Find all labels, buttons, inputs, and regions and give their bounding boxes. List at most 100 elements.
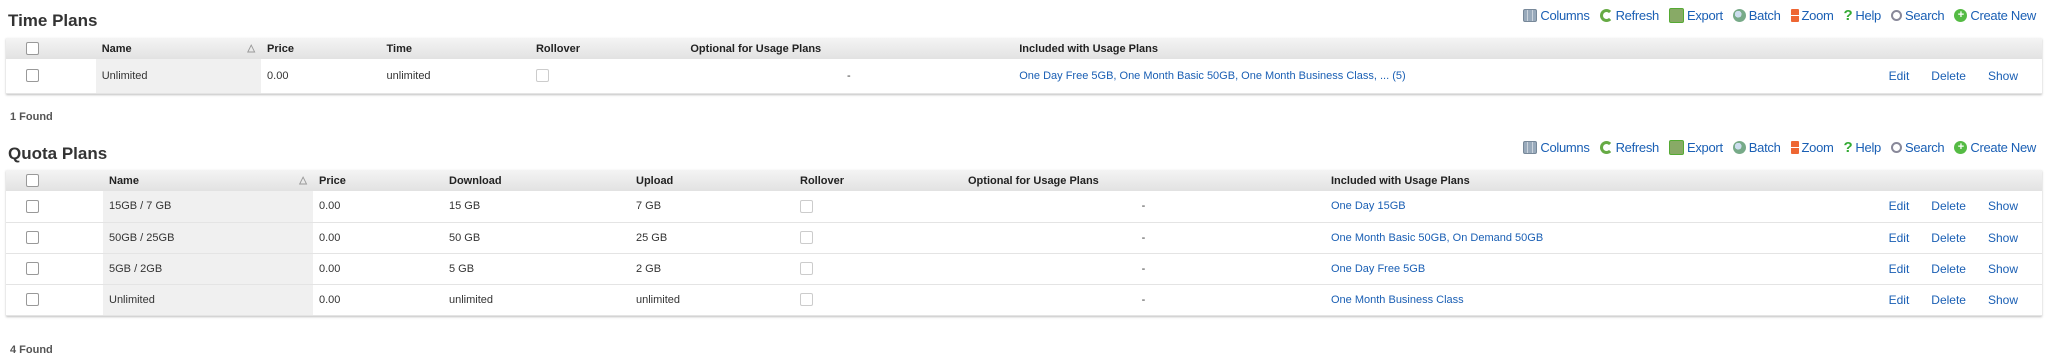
row-select-cell	[6, 191, 103, 222]
zoom-icon	[1790, 141, 1799, 154]
create-new-button[interactable]: + Create New	[1954, 8, 2036, 23]
column-header-upload[interactable]: Upload	[630, 170, 794, 191]
toolbar-label: Refresh	[1615, 140, 1660, 155]
rollover-checkbox	[800, 262, 813, 275]
quota-plans-rows: 15GB / 7 GB 0.00 15 GB 7 GB - One Day 15GB Edi…	[6, 191, 2042, 315]
plan-rollover	[794, 284, 962, 315]
batch-button[interactable]: Batch	[1732, 8, 1781, 23]
row-checkbox[interactable]	[26, 69, 39, 83]
row-actions: Edit Delete Show	[1845, 191, 2042, 222]
show-link[interactable]: Show	[1988, 262, 2018, 276]
column-header-name[interactable]: Name △	[103, 170, 313, 191]
columns-button[interactable]: Columns	[1523, 140, 1590, 155]
plan-rollover	[794, 253, 962, 284]
toolbar-label: Export	[1686, 140, 1723, 155]
export-icon	[1668, 8, 1684, 23]
row-checkbox[interactable]	[26, 199, 39, 213]
plan-time: unlimited	[386, 69, 431, 82]
included-plans-link[interactable]: One Month Business Class	[1331, 294, 1464, 306]
delete-link[interactable]: Delete	[1931, 293, 1966, 307]
column-header-included[interactable]: Included with Usage Plans	[1325, 170, 1845, 191]
edit-link[interactable]: Edit	[1889, 231, 1910, 245]
refresh-button[interactable]: Refresh	[1599, 140, 1660, 155]
plan-download: 50 GB	[449, 231, 481, 244]
column-header-optional[interactable]: Optional for Usage Plans	[684, 38, 1013, 59]
plan-upload: 25 GB	[636, 231, 668, 244]
row-checkbox[interactable]	[26, 293, 39, 306]
export-button[interactable]: Export	[1668, 8, 1723, 23]
export-button[interactable]: Export	[1668, 140, 1723, 155]
delete-link[interactable]: Delete	[1931, 69, 1966, 83]
quota-plans-found-count: 4 Found	[10, 344, 53, 356]
plan-optional: -	[1141, 262, 1146, 275]
column-header-rollover[interactable]: Rollover	[530, 38, 684, 59]
rollover-checkbox	[800, 199, 813, 213]
column-header-name[interactable]: Name △	[96, 38, 261, 59]
search-button[interactable]: Search	[1890, 140, 1945, 155]
select-all-checkbox[interactable]	[26, 174, 39, 187]
edit-link[interactable]: Edit	[1889, 262, 1910, 276]
column-header-download[interactable]: Download	[443, 170, 630, 191]
show-link[interactable]: Show	[1988, 69, 2018, 83]
refresh-button[interactable]: Refresh	[1599, 8, 1659, 23]
show-link[interactable]: Show	[1988, 231, 2018, 245]
search-button[interactable]: Search	[1890, 8, 1945, 23]
edit-link[interactable]: Edit	[1889, 69, 1910, 83]
toolbar-label: Help	[1855, 140, 1881, 155]
edit-link[interactable]: Edit	[1889, 293, 1910, 307]
column-header-included[interactable]: Included with Usage Plans	[1013, 38, 1860, 59]
time-plans-section: Time Plans Columns Refresh Export Batch Zoom…	[6, 0, 2042, 130]
refresh-icon	[1599, 141, 1613, 154]
toolbar-label: Columns	[1540, 140, 1590, 155]
edit-link[interactable]: Edit	[1889, 199, 1910, 213]
plan-price: 0.00	[319, 231, 341, 244]
toolbar-label: Create New	[1970, 8, 2036, 23]
plan-upload: unlimited	[636, 293, 681, 306]
search-icon	[1890, 142, 1902, 153]
row-checkbox[interactable]	[26, 231, 39, 244]
delete-link[interactable]: Delete	[1931, 262, 1966, 276]
table-row[interactable]: Unlimited 0.00 unlimited unlimited - One Mont…	[6, 284, 2042, 315]
table-row[interactable]: 5GB / 2GB 0.00 5 GB 2 GB - One Day Free 5GB Ed…	[6, 253, 2042, 284]
included-plans-link[interactable]: One Day 15GB	[1331, 200, 1406, 212]
zoom-button[interactable]: Zoom	[1790, 140, 1834, 155]
delete-link[interactable]: Delete	[1931, 231, 1966, 245]
export-icon	[1668, 140, 1684, 155]
column-header-price[interactable]: Price	[261, 38, 381, 59]
column-header-time[interactable]: Time	[381, 38, 530, 59]
help-button[interactable]: ? Help	[1844, 8, 1882, 23]
row-checkbox[interactable]	[26, 262, 39, 275]
table-row[interactable]: 50GB / 25GB 0.00 50 GB 25 GB - One Month Basi…	[6, 222, 2042, 253]
rollover-checkbox	[535, 69, 549, 83]
plan-name: 50GB / 25GB	[103, 222, 313, 253]
select-all-checkbox[interactable]	[26, 42, 39, 55]
included-plans-link[interactable]: One Day Free 5GB, One Month Basic 50GB, …	[1019, 70, 1405, 82]
sort-asc-icon[interactable]: △	[299, 175, 307, 186]
help-button[interactable]: ? Help	[1843, 139, 1882, 156]
column-header-rollover[interactable]: Rollover	[794, 170, 962, 191]
column-header-optional[interactable]: Optional for Usage Plans	[962, 170, 1325, 191]
plan-name: 15GB / 7 GB	[103, 191, 313, 222]
table-row[interactable]: Unlimited 0.00 unlimited - One Day Free …	[6, 59, 2042, 93]
zoom-button[interactable]: Zoom	[1790, 8, 1834, 23]
column-header-price[interactable]: Price	[313, 170, 443, 191]
help-icon: ?	[1843, 139, 1853, 156]
time-plans-found-count: 1 Found	[10, 111, 53, 123]
included-plans-link[interactable]: One Month Basic 50GB, On Demand 50GB	[1331, 232, 1543, 244]
table-row[interactable]: 15GB / 7 GB 0.00 15 GB 7 GB - One Day 15GB Edi…	[6, 191, 2042, 222]
batch-button[interactable]: Batch	[1732, 140, 1781, 155]
delete-link[interactable]: Delete	[1931, 199, 1966, 213]
included-plans-link[interactable]: One Day Free 5GB	[1331, 263, 1425, 275]
quota-plans-section: Quota Plans Columns Refresh Export Batch Zoo…	[6, 134, 2042, 364]
plan-optional: -	[1141, 200, 1146, 213]
sort-asc-icon[interactable]: △	[247, 43, 255, 54]
create-new-button[interactable]: + Create New	[1954, 140, 2036, 155]
plan-included: One Month Business Class	[1325, 284, 1845, 315]
row-select-cell	[6, 253, 103, 284]
columns-button[interactable]: Columns	[1523, 8, 1590, 23]
toolbar-label: Search	[1904, 8, 1945, 23]
plan-name: Unlimited	[95, 59, 262, 93]
show-link[interactable]: Show	[1988, 293, 2018, 307]
show-link[interactable]: Show	[1988, 199, 2018, 213]
plan-download: 15 GB	[449, 200, 481, 213]
